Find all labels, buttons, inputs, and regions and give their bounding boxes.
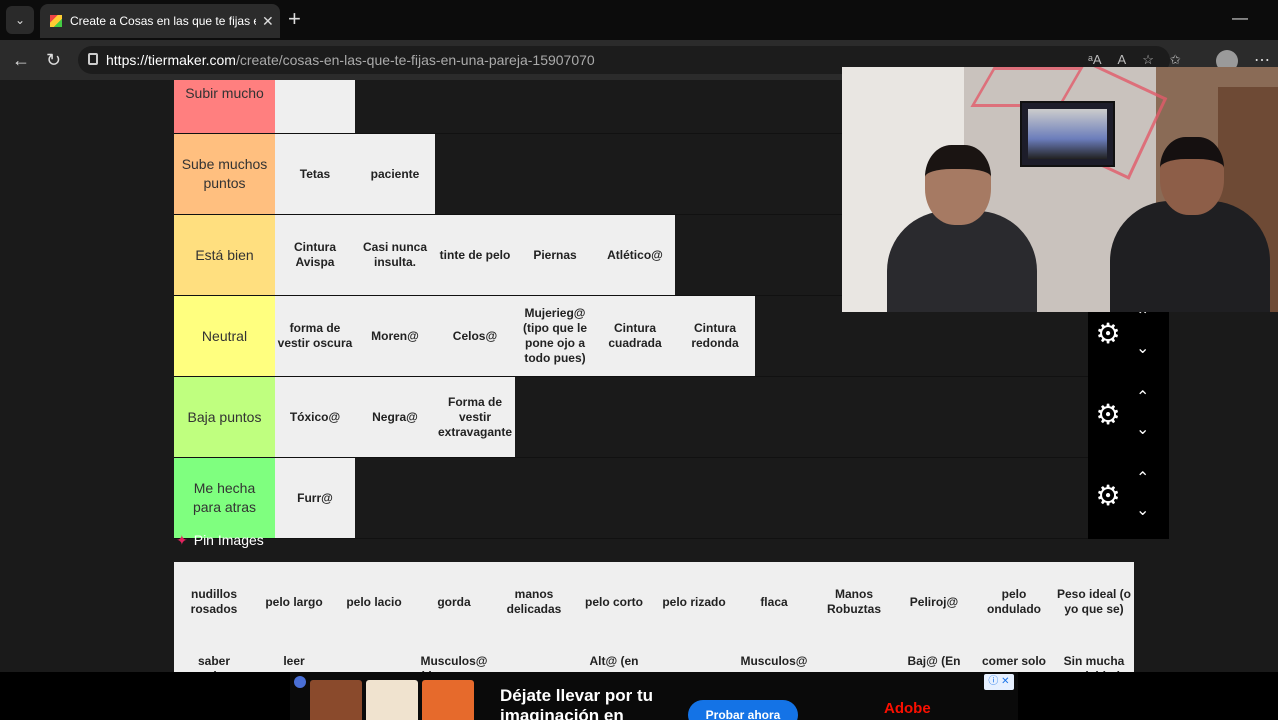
pin-images-heading: ✦ Pin Images — [176, 532, 264, 548]
url-text: https://tiermaker.com/create/cosas-en-la… — [106, 52, 595, 68]
ad-choices-icon[interactable] — [294, 676, 306, 688]
pool-item[interactable]: manos delicadas — [494, 562, 574, 642]
tier-items: Cintura Avispa Casi nunca insulta. tinte d… — [275, 215, 675, 295]
tier-item[interactable]: Tetas — [275, 134, 355, 214]
tier-items: Tetas paciente — [275, 134, 435, 214]
tab-bar: ⌄ Create a Cosas en las que te fijas e ✕… — [0, 0, 1278, 40]
gear-icon[interactable]: ⚙ — [1094, 320, 1122, 348]
address-actions: ᵃA A ☆ ✩ — [1088, 52, 1181, 68]
tier-item[interactable]: Cintura cuadrada — [595, 296, 675, 376]
tier-item[interactable]: Forma de vestir extravagante — [435, 377, 515, 457]
pool-item[interactable]: pelo rizado — [654, 562, 734, 642]
tier-item[interactable]: forma de vestir oscura — [275, 296, 355, 376]
ad-info-close-icon[interactable]: ⓘ ✕ — [984, 674, 1014, 690]
ad-banner[interactable]: Déjate llevar por tu imaginación en Prob… — [290, 672, 1018, 720]
tier-item[interactable]: Cintura Avispa — [275, 215, 355, 295]
tier-item[interactable]: tinte de pelo — [435, 215, 515, 295]
person-right — [1110, 137, 1270, 312]
tier-label[interactable]: Baja puntos — [174, 377, 275, 457]
webcam-overlay — [842, 67, 1278, 312]
ad-headline: Déjate llevar por tu imaginación en — [500, 686, 654, 720]
favorite-star-icon[interactable]: ☆ — [1142, 52, 1154, 68]
tier-items: Tóxico@ Negra@ Forma de vestir extravagant… — [275, 377, 515, 457]
tier-item[interactable] — [275, 80, 355, 133]
tier-item[interactable]: Moren@ — [355, 296, 435, 376]
pool-item[interactable]: Manos Robuztas — [814, 562, 894, 642]
pool-item[interactable]: pelo corto — [574, 562, 654, 642]
tier-item[interactable]: Cintura redonda — [675, 296, 755, 376]
person-left — [887, 145, 1037, 312]
gear-icon[interactable]: ⚙ — [1094, 401, 1122, 429]
pool-item[interactable]: pelo largo — [254, 562, 334, 642]
tier-item[interactable]: paciente — [355, 134, 435, 214]
tier-item[interactable]: Mujerieg@ (tipo que le pone ojo a todo p… — [515, 296, 595, 376]
pool-item[interactable]: Peliroj@ — [894, 562, 974, 642]
tier-label[interactable]: Subir mucho — [174, 80, 275, 133]
move-down-icon[interactable]: ⌄ — [1136, 419, 1149, 439]
tier-item[interactable]: Atlético@ — [595, 215, 675, 295]
ad-cta-button[interactable]: Probar ahora — [688, 700, 798, 720]
tier-label[interactable]: Neutral — [174, 296, 275, 376]
refresh-icon[interactable]: ↻ — [46, 50, 61, 71]
chocolate-image — [366, 680, 418, 720]
read-aloud-icon[interactable]: A — [1118, 52, 1127, 68]
favorites-icon[interactable]: ✩ — [1170, 52, 1181, 68]
tier-row: Me hecha para atras Furr@ ⚙ ⌃ ⌄ — [174, 458, 1169, 539]
tier-item[interactable]: Piernas — [515, 215, 595, 295]
tier-items — [275, 80, 355, 133]
tier-controls: ⚙ ⌃ ⌄ — [1088, 377, 1169, 458]
chocolate-image — [310, 680, 362, 720]
pool-row: nudillos rosados pelo largo pelo lacio gord… — [174, 562, 1134, 642]
tier-item[interactable]: Celos@ — [435, 296, 515, 376]
minimize-button[interactable]: — — [1232, 10, 1248, 28]
chocolate-image — [422, 680, 474, 720]
tier-item[interactable]: Furr@ — [275, 458, 355, 538]
pool-item[interactable]: flaca — [734, 562, 814, 642]
tier-item[interactable]: Casi nunca insulta. — [355, 215, 435, 295]
new-tab-button[interactable]: + — [288, 8, 301, 30]
tier-label[interactable]: Está bien — [174, 215, 275, 295]
tab-title: Create a Cosas en las que te fijas e — [70, 14, 256, 28]
lock-icon — [88, 53, 98, 65]
pool-item[interactable]: gorda — [414, 562, 494, 642]
tier-item[interactable]: Negra@ — [355, 377, 435, 457]
move-up-icon[interactable]: ⌃ — [1136, 387, 1149, 407]
pin-icon: ✦ — [176, 532, 188, 548]
tier-row: Baja puntos Tóxico@ Negra@ Forma de vestir … — [174, 377, 1169, 458]
tiermaker-favicon-icon — [50, 15, 62, 27]
translate-icon[interactable]: ᵃA — [1088, 52, 1102, 68]
active-tab[interactable]: Create a Cosas en las que te fijas e ✕ — [40, 4, 280, 38]
gear-icon[interactable]: ⚙ — [1094, 482, 1122, 510]
move-down-icon[interactable]: ⌄ — [1136, 500, 1149, 520]
back-arrow-icon[interactable]: ← — [12, 50, 30, 71]
tier-items: forma de vestir oscura Moren@ Celos@ Mujeri… — [275, 296, 755, 376]
tier-items: Furr@ — [275, 458, 355, 538]
pool-item[interactable]: pelo lacio — [334, 562, 414, 642]
close-tab-icon[interactable]: ✕ — [262, 13, 274, 30]
tab-list-icon[interactable]: ⌄ — [6, 6, 34, 34]
tier-label[interactable]: Me hecha para atras — [174, 458, 275, 538]
pool-item[interactable]: Peso ideal (o yo que se) — [1054, 562, 1134, 642]
move-down-icon[interactable]: ⌄ — [1136, 338, 1149, 358]
tier-controls: ⚙ ⌃ ⌄ — [1088, 458, 1169, 539]
pool-item[interactable]: nudillos rosados — [174, 562, 254, 642]
tier-label[interactable]: Sube muchos puntos — [174, 134, 275, 214]
tier-item[interactable]: Tóxico@ — [275, 377, 355, 457]
pool-item[interactable]: pelo ondulado — [974, 562, 1054, 642]
move-up-icon[interactable]: ⌃ — [1136, 468, 1149, 488]
adobe-logo: Adobe — [884, 700, 931, 717]
